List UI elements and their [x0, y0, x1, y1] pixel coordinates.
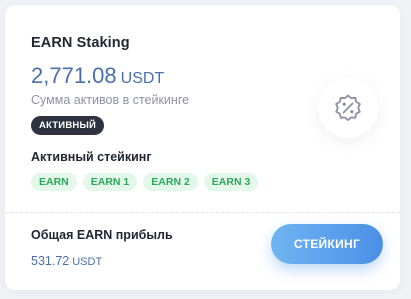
staked-amount-caption: Сумма активов в стейкинге	[31, 93, 190, 107]
staking-tag-earn-1: EARN 1	[82, 173, 138, 191]
total-profit-label: Общая EARN прибыль	[31, 228, 173, 242]
staking-button[interactable]: СТЕЙКИНГ	[271, 224, 383, 264]
staking-tag-earn-2: EARN 2	[143, 173, 198, 191]
card-title: EARN Staking	[31, 35, 130, 51]
staking-card: EARN Staking 2,771.08 USDT Сумма активов …	[5, 5, 400, 290]
section-divider	[5, 212, 400, 213]
staking-tag-earn-3: EARN 3	[203, 173, 259, 191]
staked-amount-currency: USDT	[120, 70, 165, 87]
percent-badge-icon	[318, 78, 378, 138]
staked-amount-value: 2,771.08	[31, 63, 117, 88]
active-staking-label: Активный стейкинг	[31, 150, 152, 164]
status-badge: АКТИВНЫЙ	[31, 116, 104, 135]
total-profit-amount: 531.72	[31, 254, 70, 268]
total-profit-currency: USDT	[72, 256, 103, 268]
total-profit-value: 531.72 USDT	[31, 252, 102, 270]
percent-icon	[335, 94, 361, 121]
staking-tag-earn: EARN	[31, 173, 77, 191]
active-staking-tags: EARN EARN 1 EARN 2 EARN 3	[31, 173, 259, 191]
staked-amount: 2,771.08 USDT	[31, 63, 164, 89]
